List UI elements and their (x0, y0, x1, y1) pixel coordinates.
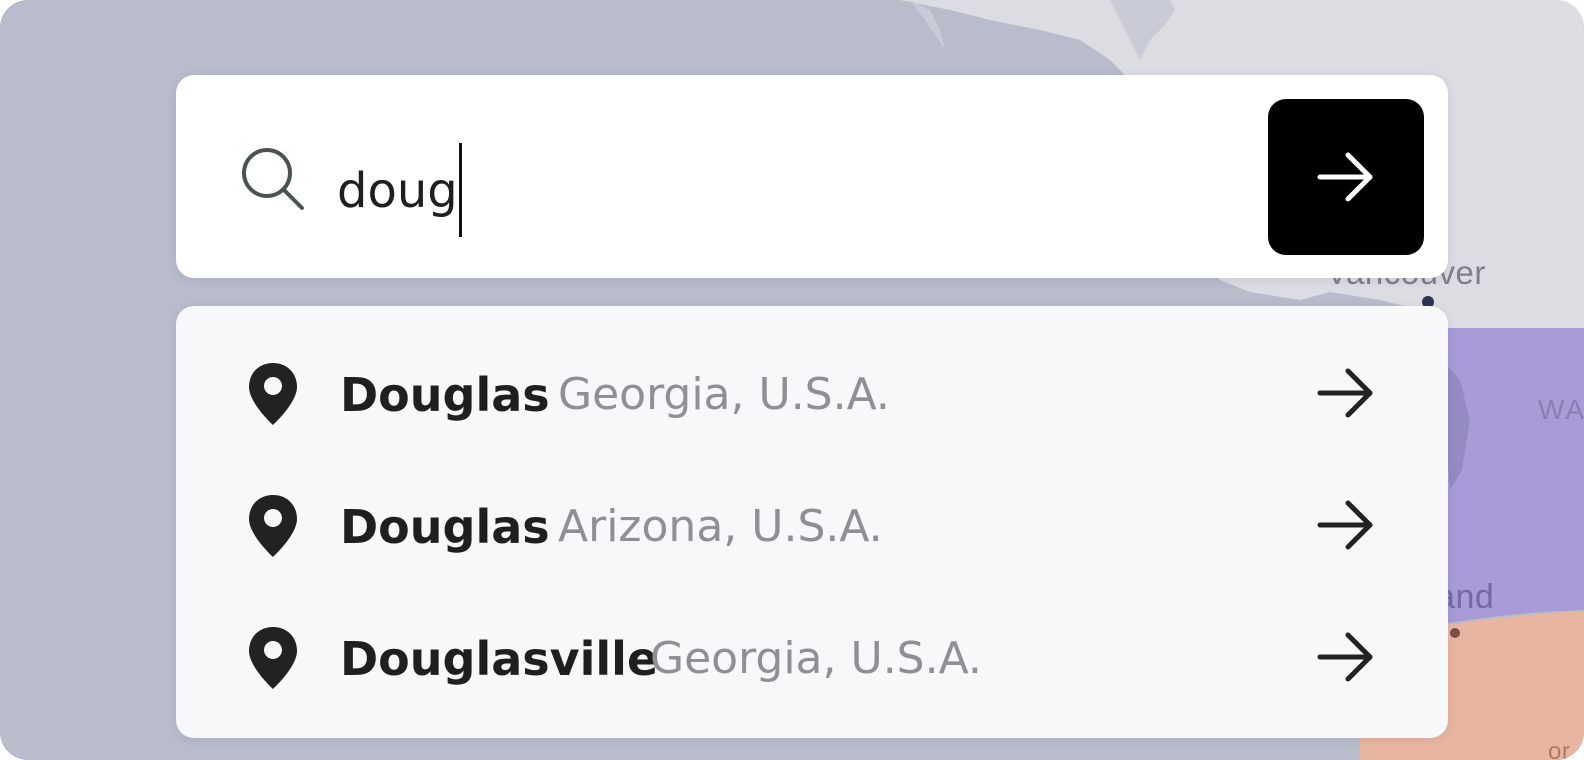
suggestion-item[interactable]: Douglasville Georgia, U.S.A. (0, 591, 1373, 723)
map-pin-icon (249, 495, 297, 557)
suggestion-region: Georgia, U.S.A. (558, 369, 890, 420)
search-query: doug (337, 163, 458, 219)
text-caret (458, 143, 462, 237)
search-input[interactable]: doug (337, 143, 462, 241)
suggestion-name: Douglasville (340, 632, 659, 686)
suggestion-name: Douglas (340, 368, 550, 422)
arrow-right-icon (1317, 500, 1373, 550)
app-frame: Vancouver WA land or doug Douglas Georgi… (0, 0, 1584, 760)
suggestion-region: Arizona, U.S.A. (558, 501, 883, 552)
search-icon (242, 148, 304, 210)
arrow-right-icon (1317, 368, 1373, 418)
arrow-right-icon (1317, 632, 1373, 682)
map-region-label-2: or (1548, 738, 1571, 760)
arrow-right-icon (1317, 152, 1373, 202)
suggestion-item[interactable]: Douglas Arizona, U.S.A. (0, 459, 1373, 591)
suggestion-region: Georgia, U.S.A. (650, 633, 982, 684)
map-pin-icon (249, 627, 297, 689)
search-submit-button[interactable] (1268, 99, 1424, 255)
map-pin-icon (249, 363, 297, 425)
map-state-label: WA (1538, 394, 1584, 425)
suggestion-name: Douglas (340, 500, 550, 554)
suggestion-item[interactable]: Douglas Georgia, U.S.A. (0, 327, 1373, 459)
